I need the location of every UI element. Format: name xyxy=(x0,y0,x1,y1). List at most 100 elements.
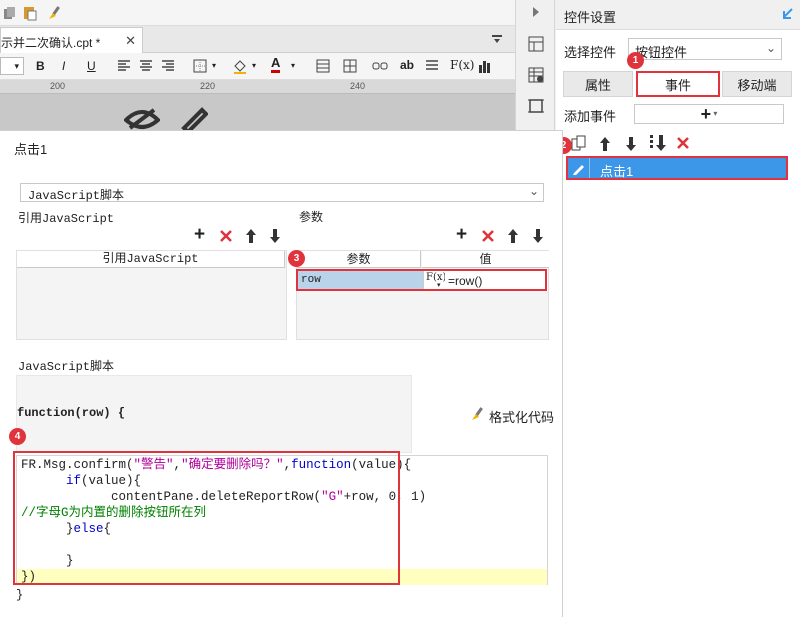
format-brush-icon[interactable] xyxy=(47,5,63,21)
panel-header: 控件设置 xyxy=(556,0,800,30)
format-brush-icon xyxy=(470,406,486,422)
add-event-button[interactable]: + ▾ xyxy=(634,104,784,124)
move-bottom-icon[interactable] xyxy=(649,134,667,152)
split-cells-icon[interactable] xyxy=(343,59,357,73)
text-icon[interactable]: ab xyxy=(400,58,414,72)
panel-title: 控件设置 xyxy=(564,10,617,25)
close-tab-icon[interactable]: ✕ xyxy=(125,33,136,49)
chevron-down-icon: ⌄ xyxy=(528,184,539,198)
code-editor[interactable]: FR.Msg.confirm("警告","确定要删除吗？",function(v… xyxy=(16,455,548,585)
editor-tab[interactable]: 示并二次确认.cpt * ✕ xyxy=(0,27,143,53)
copy-event-icon[interactable] xyxy=(570,135,588,153)
code-token: contentPane.deleteReportRow( xyxy=(21,490,322,504)
ref-js-header: 引用JavaScript xyxy=(17,251,285,268)
script-header-box: function(row) { xyxy=(16,375,412,453)
tab-events[interactable]: 事件 xyxy=(636,71,720,97)
copy-icon[interactable] xyxy=(2,5,18,21)
annotation-badge-4: 4 xyxy=(9,428,26,445)
font-color-dropdown-icon[interactable]: ▾ xyxy=(291,61,295,70)
code-token: } xyxy=(21,522,74,536)
align-right-icon[interactable] xyxy=(161,59,175,73)
ruler: 200 220 240 xyxy=(0,80,515,94)
code-token: { xyxy=(103,522,112,536)
script-section-label: JavaScript脚本 xyxy=(18,360,115,374)
merge-cells-icon[interactable] xyxy=(316,59,330,73)
font-color-icon[interactable]: A xyxy=(271,56,281,73)
move-down-icon[interactable] xyxy=(624,135,638,153)
formula-dropdown-icon: ▾ xyxy=(437,282,441,289)
script-type-value: JavaScript脚本 xyxy=(28,189,125,203)
closing-brace: } xyxy=(16,588,24,602)
add-param-icon[interactable]: + xyxy=(456,225,467,244)
param-name-cell[interactable]: row xyxy=(297,271,423,291)
tab-events-label: 事件 xyxy=(664,77,691,93)
event-edit-pencil-icon xyxy=(568,158,590,178)
code-body: FR.Msg.confirm("警告","确定要删除吗？",function(v… xyxy=(21,457,426,585)
code-line: }) xyxy=(21,569,426,585)
tab-properties[interactable]: 属性 xyxy=(563,71,633,97)
event-list-item[interactable]: 点击1 xyxy=(566,156,788,180)
code-token: } xyxy=(21,554,74,568)
code-token: , xyxy=(173,458,182,472)
tab-mobile[interactable]: 移动端 xyxy=(722,71,792,97)
collapse-arrow-icon[interactable] xyxy=(529,5,543,19)
add-ref-js-icon[interactable]: + xyxy=(194,225,205,244)
code-line: } xyxy=(21,553,426,569)
ref-js-up-icon[interactable] xyxy=(244,228,258,244)
param-name: row xyxy=(301,274,321,286)
select-widget-dropdown[interactable]: 按钮控件 ⌄ xyxy=(628,38,782,60)
code-token: +row, 0, 1) xyxy=(343,490,427,504)
code-token: , xyxy=(283,458,292,472)
code-token: (value){ xyxy=(351,458,412,472)
delete-ref-js-icon[interactable] xyxy=(218,228,234,244)
param-up-icon[interactable] xyxy=(506,228,520,244)
cell-attributes-icon[interactable] xyxy=(527,35,545,53)
format-toolbar: ▾ B I U ▾ ▾ A ▾ ab F(x) xyxy=(0,53,515,80)
chevron-down-icon: ⌄ xyxy=(765,41,776,55)
params-section-label: 参数 xyxy=(299,210,324,224)
delete-event-icon[interactable] xyxy=(675,135,691,151)
border-dropdown-icon[interactable]: ▾ xyxy=(212,61,216,70)
delete-param-icon[interactable] xyxy=(480,228,496,244)
font-size-dropdown[interactable]: ▾ xyxy=(0,57,24,75)
params-header-name: 参数 xyxy=(297,251,421,268)
align-center-icon[interactable] xyxy=(139,59,153,73)
param-row[interactable]: row F(x) ▾ =row() xyxy=(297,271,548,291)
ruler-mark: 220 xyxy=(200,81,216,91)
code-token: FR.Msg.confirm( xyxy=(21,458,134,472)
tab-mobile-label: 移动端 xyxy=(737,77,777,93)
tab-menu-icon[interactable] xyxy=(490,32,504,46)
paste-icon[interactable] xyxy=(22,5,38,21)
param-formula-button[interactable]: F(x) ▾ xyxy=(423,271,446,291)
ref-js-down-icon[interactable] xyxy=(268,228,282,244)
align-left-icon[interactable] xyxy=(117,59,131,73)
chart-icon[interactable] xyxy=(477,58,493,74)
data-set-icon[interactable] xyxy=(527,66,545,84)
designer-toolbar-top xyxy=(0,0,515,26)
insert-link-icon[interactable] xyxy=(372,60,388,72)
fill-color-icon[interactable] xyxy=(232,58,248,74)
code-line: }else{ xyxy=(21,521,426,537)
underline-icon[interactable]: U xyxy=(87,59,96,73)
paragraph-icon[interactable] xyxy=(425,59,439,73)
widget-settings-icon[interactable] xyxy=(527,97,545,115)
move-up-icon[interactable] xyxy=(598,135,612,153)
code-token: function xyxy=(291,458,352,472)
ruler-mark: 240 xyxy=(350,81,366,91)
side-icon-strip xyxy=(515,0,555,130)
formula-icon[interactable]: F(x) xyxy=(450,58,474,72)
function-signature: function(row) { xyxy=(17,406,126,420)
add-event-plus: + xyxy=(700,104,712,124)
event-list-toolbar xyxy=(563,132,800,154)
add-event-dropdown-icon: ▾ xyxy=(711,109,718,118)
code-line: if(value){ xyxy=(21,473,426,489)
bold-icon[interactable]: B xyxy=(36,59,45,73)
expand-icon[interactable] xyxy=(780,7,794,21)
code-line: FR.Msg.confirm("警告","确定要删除吗？",function(v… xyxy=(21,457,426,473)
italic-icon[interactable]: I xyxy=(62,59,65,73)
script-type-select[interactable]: JavaScript脚本 ⌄ xyxy=(20,183,544,203)
fill-dropdown-icon[interactable]: ▾ xyxy=(252,61,256,70)
param-value-cell[interactable]: =row() xyxy=(445,271,548,291)
border-icon[interactable] xyxy=(193,59,207,73)
param-down-icon[interactable] xyxy=(531,228,545,244)
